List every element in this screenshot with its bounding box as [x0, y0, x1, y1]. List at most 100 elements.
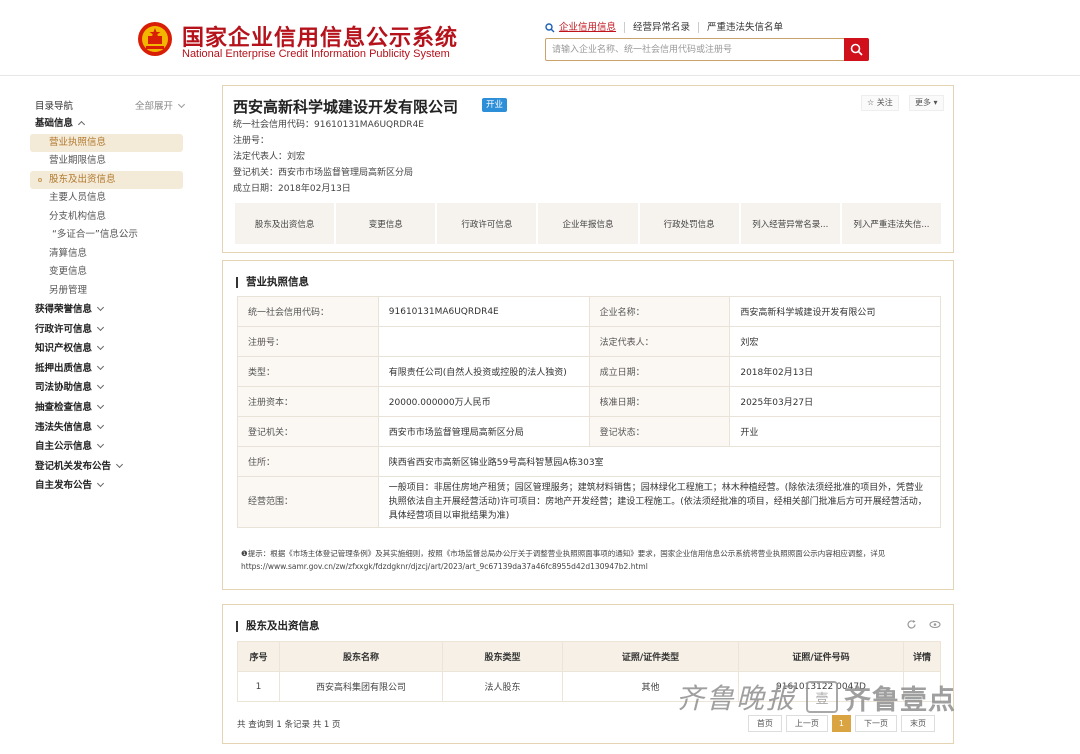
license-notice: ❶提示：根据《市场主体登记管理条例》及其实施细则，按照《市场监督总局办公厅关于调…: [241, 549, 886, 571]
quick-tab-abnormal-list[interactable]: 列入经营异常名录...: [740, 203, 840, 244]
chevron-down-icon: [96, 480, 105, 488]
shareholders-table: 序号 股东名称 股东类型 证照/证件类型 证照/证件号码 详情 1 西安高科集团…: [237, 641, 941, 702]
page-1-button[interactable]: 1: [831, 715, 851, 732]
quick-tab-annual-reports[interactable]: 企业年报信息: [538, 203, 638, 244]
sidebar-group-inspection[interactable]: 抽查检查信息: [30, 398, 190, 418]
sidebar-group-violations[interactable]: 违法失信信息: [30, 418, 190, 438]
national-emblem-icon: [138, 22, 172, 56]
last-page-button[interactable]: 末页: [901, 715, 935, 732]
sidebar-item-branches[interactable]: 分支机构信息: [30, 208, 183, 227]
chevron-down-icon: [96, 304, 105, 312]
field-label: 登记状态：: [588, 416, 731, 447]
sidebar-group-ip[interactable]: 知识产权信息: [30, 339, 190, 359]
sidebar-item-term[interactable]: 营业期限信息: [30, 152, 183, 171]
field-label: 企业名称：: [588, 296, 731, 327]
cell-shareholder-name: 西安高科集团有限公司: [279, 671, 443, 702]
cell-index: 1: [237, 671, 280, 702]
reg-no-line: 注册号：: [233, 136, 270, 146]
search-icon: [850, 43, 863, 56]
quick-tab-serious-violation[interactable]: 列入严重违法失信...: [841, 203, 941, 244]
sidebar-group-authority-notices[interactable]: 登记机关发布公告: [30, 457, 190, 477]
sidebar-group-pledge[interactable]: 抵押出质信息: [30, 359, 190, 379]
quick-tabs: 股东及出资信息 变更信息 行政许可信息 企业年报信息 行政处罚信息 列入经营异常…: [235, 203, 941, 244]
nav-abnormal-list[interactable]: 经营异常名录: [624, 22, 698, 33]
field-value: 陕西省西安市高新区锦业路59号高科智慧园A栋303室: [377, 446, 942, 477]
sidebar-item-special-register[interactable]: 另册管理: [30, 282, 183, 301]
follow-button[interactable]: ☆ 关注: [861, 95, 899, 111]
search-input[interactable]: [546, 39, 844, 60]
column-header: 股东类型: [442, 641, 563, 672]
pagination: 首页 上一页 1 下一页 末页: [747, 715, 935, 732]
nav-serious-violation-list[interactable]: 严重违法失信名单: [698, 22, 791, 33]
table-row: 住所： 陕西省西安市高新区锦业路59号高科智慧园A栋303室: [237, 446, 942, 477]
table-row: 注册号： 法定代表人： 刘宏: [237, 326, 941, 357]
column-header: 详情: [903, 641, 941, 672]
quick-tab-shareholders[interactable]: 股东及出资信息: [235, 203, 335, 244]
company-name: 西安高新科学城建设开发有限公司: [233, 98, 459, 116]
table-row: 1 西安高科集团有限公司 法人股东 其他 9161013122 0047D: [237, 671, 941, 702]
quick-tab-changes[interactable]: 变更信息: [336, 203, 436, 244]
chevron-down-icon: [96, 402, 105, 410]
shareholders-panel: 股东及出资信息 序号 股东名称 股东类型 证照/证件类型 证照/证件号码 详情 …: [222, 604, 954, 744]
eye-icon[interactable]: [929, 619, 941, 630]
column-header: 序号: [237, 641, 280, 672]
field-label: 经营范围：: [237, 476, 379, 528]
field-label: 住所：: [237, 446, 379, 477]
license-info-panel: 营业执照信息 统一社会信用代码： 91610131MA6UQRDR4E 企业名称…: [222, 260, 954, 590]
company-summary-card: 西安高新科学城建设开发有限公司 开业 ☆ 关注 更多 ▾ 统一社会信用代码：91…: [222, 85, 954, 253]
chevron-up-icon: [77, 120, 86, 129]
sidebar-item-liquidation[interactable]: 清算信息: [30, 245, 183, 264]
field-value: 刘宏: [729, 326, 941, 357]
sidebar-header: 目录导航 全部展开: [30, 96, 190, 114]
more-button[interactable]: 更多 ▾: [909, 95, 944, 111]
field-value: 有限责任公司(自然人投资或控股的法人独资): [377, 356, 590, 387]
expand-all-button[interactable]: 全部展开: [135, 98, 190, 112]
field-value: 西安高新科学城建设开发有限公司: [729, 296, 941, 327]
sidebar-item-changes[interactable]: 变更信息: [30, 263, 183, 282]
field-value: 一般项目：非居住房地产租赁；园区管理服务；建筑材料销售；园林绿化工程施工；林木种…: [377, 476, 942, 528]
field-label: 注册号：: [237, 326, 379, 357]
prev-page-button[interactable]: 上一页: [785, 715, 828, 732]
column-header: 证照/证件类型: [562, 641, 739, 672]
sidebar-group-self-disclosure[interactable]: 自主公示信息: [30, 437, 190, 457]
first-page-button[interactable]: 首页: [747, 715, 782, 732]
chevron-down-icon: [177, 100, 186, 109]
sidebar-nav: 目录导航 全部展开 基础信息 营业执照信息 营业期限信息 股东及出资信息 主要人…: [30, 96, 190, 496]
table-row: 登记机关： 西安市市场监督管理局高新区分局 登记状态： 开业: [237, 416, 941, 447]
field-value: 2018年02月13日: [729, 356, 941, 387]
field-value: 西安市市场监督管理局高新区分局: [377, 416, 590, 447]
column-header: 证照/证件号码: [738, 641, 904, 672]
field-label: 注册资本：: [237, 386, 379, 417]
refresh-icon[interactable]: [906, 619, 917, 630]
next-page-button[interactable]: 下一页: [855, 715, 897, 732]
cell-cert-type: 其他: [562, 671, 739, 702]
sidebar-group-self-notices[interactable]: 自主发布公告: [30, 476, 190, 496]
field-value: 20000.000000万人民币: [377, 386, 590, 417]
quick-tab-penalties[interactable]: 行政处罚信息: [639, 203, 739, 244]
credit-code-line: 统一社会信用代码：91610131MA6UQRDR4E: [233, 120, 424, 130]
sidebar-item-multi-cert[interactable]: “多证合一”信息公示: [30, 226, 183, 245]
quick-tab-permits[interactable]: 行政许可信息: [437, 203, 537, 244]
site-subtitle: National Enterprise Credit Information P…: [182, 48, 450, 60]
table-row: 经营范围： 一般项目：非居住房地产租赁；园区管理服务；建筑材料销售；园林绿化工程…: [237, 476, 942, 528]
field-value: 2025年03月27日: [729, 386, 941, 417]
field-value: [377, 326, 590, 357]
nav-enterprise-credit[interactable]: 企业信用信息: [555, 22, 624, 33]
search-box: [545, 38, 869, 61]
search-button[interactable]: [844, 38, 869, 61]
record-summary: 共 查询到 1 条记录 共 1 页: [237, 720, 341, 730]
table-row: 注册资本： 20000.000000万人民币 核准日期： 2025年03月27日: [237, 386, 941, 417]
panel-tools: [906, 619, 941, 630]
status-badge: 开业: [482, 98, 508, 112]
table-row: 类型： 有限责任公司(自然人投资或控股的法人独资) 成立日期： 2018年02月…: [237, 356, 941, 387]
sidebar-item-license[interactable]: 营业执照信息: [30, 133, 183, 153]
sidebar-item-shareholders[interactable]: 股东及出资信息: [30, 170, 183, 190]
sidebar-group-judicial[interactable]: 司法协助信息: [30, 378, 190, 398]
chevron-down-icon: [96, 362, 105, 370]
cell-details[interactable]: [903, 671, 941, 702]
field-label: 成立日期：: [588, 356, 731, 387]
sidebar-group-honors[interactable]: 获得荣誉信息: [30, 300, 190, 320]
sidebar-item-personnel[interactable]: 主要人员信息: [30, 189, 183, 208]
sidebar-group-basic[interactable]: 基础信息: [30, 114, 190, 134]
sidebar-group-permits[interactable]: 行政许可信息: [30, 320, 190, 340]
